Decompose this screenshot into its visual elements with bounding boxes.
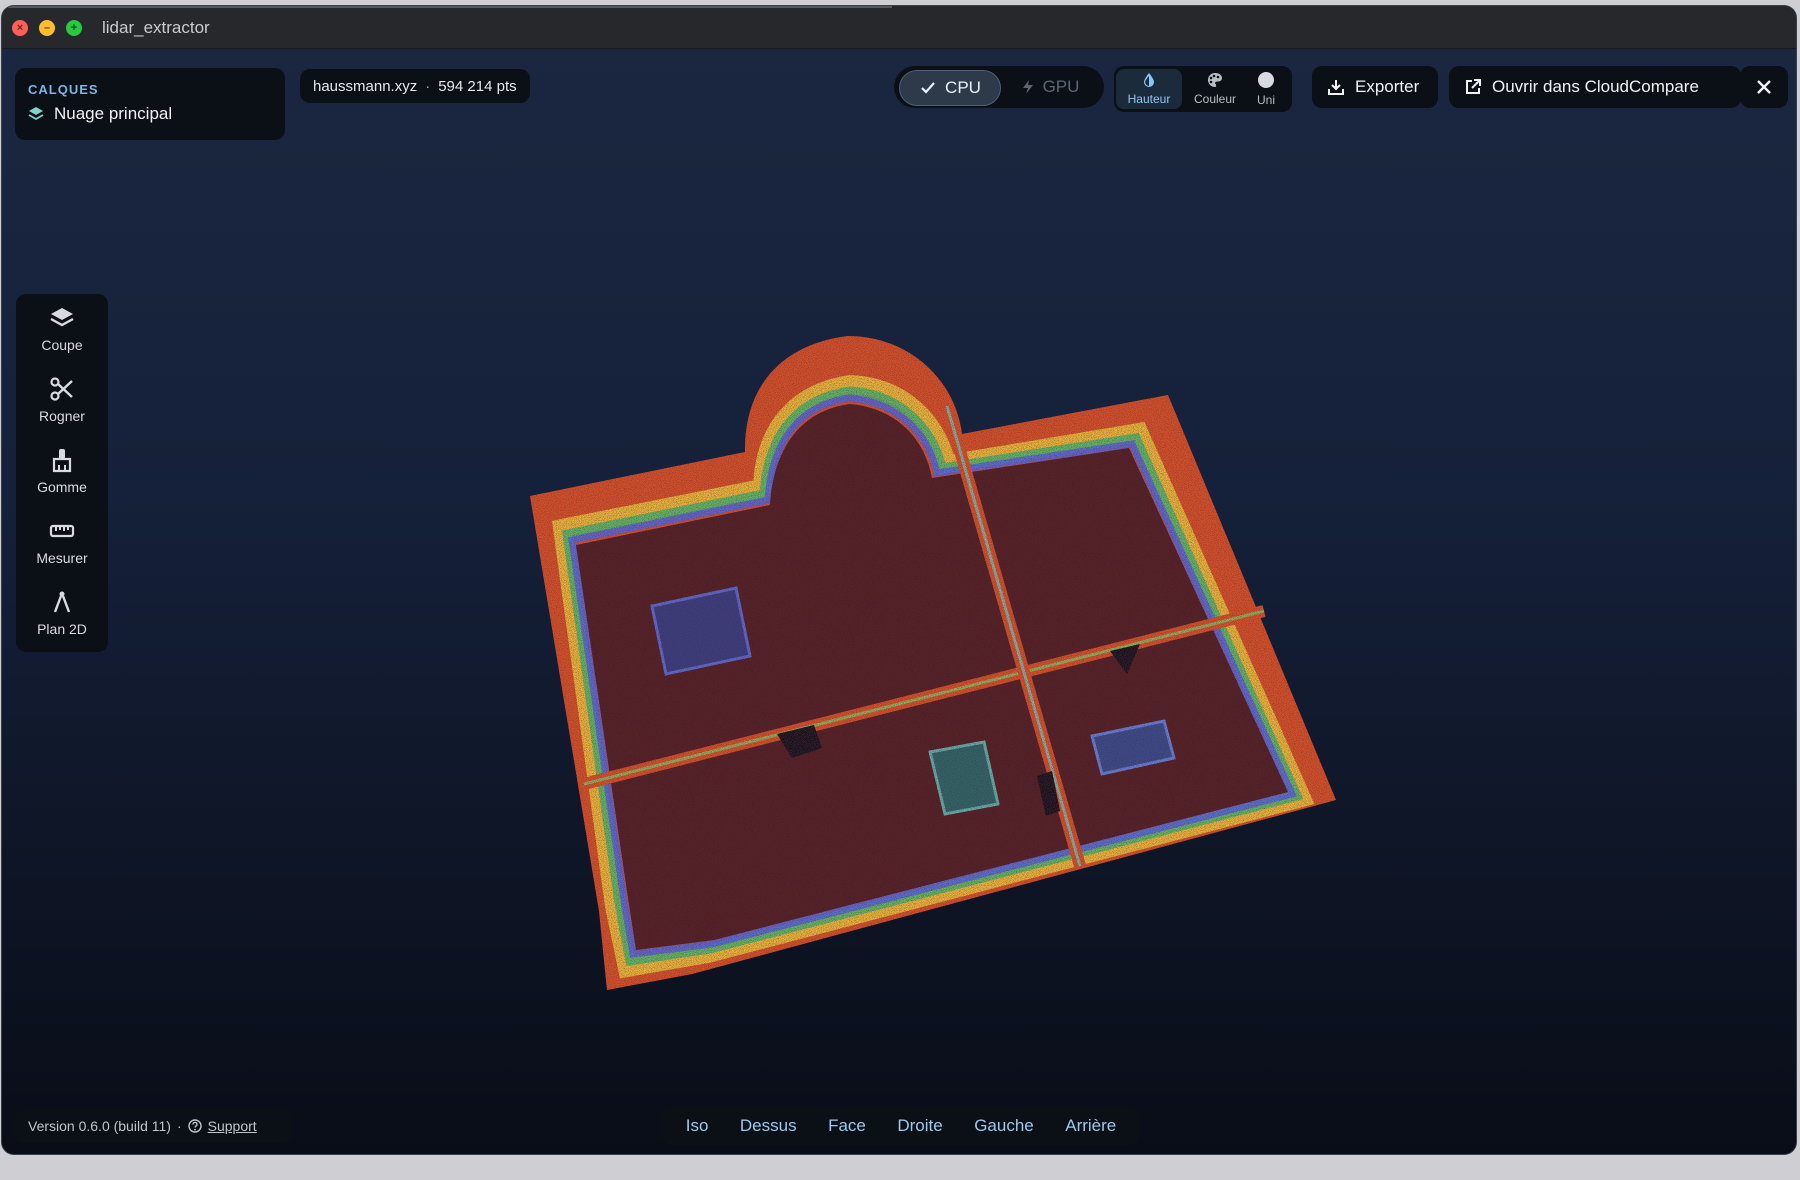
check-icon [921,82,935,94]
view-back-button[interactable]: Arrière [1059,1112,1122,1140]
view-left-button[interactable]: Gauche [968,1112,1040,1140]
open-in-cloudcompare-button[interactable]: Ouvrir dans CloudCompare [1449,66,1741,108]
tool-label: Coupe [41,337,83,353]
eraser-icon [52,449,72,473]
app-window: × – + lidar_extractor CALQUES Nuage prin… [2,6,1796,1154]
color-mode-color[interactable]: Couleur [1182,69,1248,109]
tools-panel: Coupe Rogner Gomme Mesurer Plan 2D [16,294,108,652]
point-cloud[interactable] [2,49,1796,1154]
tool-label: Mesurer [36,550,88,566]
window-title: lidar_extractor [102,18,210,37]
tool-eraser[interactable]: Gomme [16,440,108,502]
color-mode-color-label: Couleur [1193,92,1237,106]
color-mode-height-label: Hauteur [1127,92,1171,106]
tool-section-cut[interactable]: Coupe [16,298,108,360]
file-name: haussmann.xyz [313,77,418,95]
open-label: Ouvrir dans CloudCompare [1492,77,1699,96]
minimize-window-button[interactable]: – [39,20,55,36]
tool-measure[interactable]: Mesurer [16,511,108,573]
download-icon [1328,80,1344,95]
color-mode-selector: Hauteur Couleur Uni [1114,66,1292,112]
support-link[interactable]: Support [208,1118,257,1134]
gpu-option[interactable]: GPU [1002,70,1098,104]
layers-panel: CALQUES Nuage principal [15,68,285,140]
close-viewer-button[interactable] [1740,66,1788,108]
tool-label: Gomme [37,479,87,495]
compass-icon [53,591,71,613]
cpu-label: CPU [945,78,981,97]
export-button[interactable]: Exporter [1312,66,1438,108]
view-presets-bar: Iso Dessus Face Droite Gauche Arrière [662,1107,1140,1145]
color-mode-solid-label: Uni [1256,93,1275,107]
point-count: 594 214 pts [438,77,517,95]
close-window-button[interactable]: × [12,20,28,36]
title-bar-strip [2,6,892,8]
view-front-button[interactable]: Face [822,1112,872,1140]
version-separator: · [176,1118,182,1134]
color-mode-solid[interactable]: Uni [1242,69,1290,109]
title-bar: × – + lidar_extractor [2,6,1796,49]
export-label: Exporter [1355,77,1420,96]
help-icon [187,1119,202,1133]
ruler-icon [49,524,75,538]
tool-label: Plan 2D [37,621,87,637]
close-icon [1757,80,1771,94]
tool-plan-2d[interactable]: Plan 2D [16,582,108,644]
version-info: Version 0.6.0 (build 11) · Support [14,1109,292,1143]
layers-icon [50,308,74,327]
palette-icon [1208,73,1222,87]
bolt-icon [1022,80,1033,94]
external-link-icon [1466,79,1481,94]
color-mode-height[interactable]: Hauteur [1116,69,1182,109]
version-text: Version 0.6.0 (build 11) [28,1118,171,1134]
gpu-label: GPU [1042,77,1080,96]
point-cloud-viewport[interactable]: CALQUES Nuage principal haussmann.xyz · … [2,49,1796,1154]
file-info-separator: · [425,77,431,95]
maximize-window-button[interactable]: + [66,20,82,36]
layer-label: Nuage principal [54,104,173,123]
layers-icon [28,107,44,121]
view-right-button[interactable]: Droite [891,1112,948,1140]
view-top-button[interactable]: Dessus [734,1112,803,1140]
compute-toggle: CPU GPU [894,66,1104,108]
layers-title: CALQUES [28,82,99,97]
tool-label: Rogner [39,408,85,424]
file-info-chip: haussmann.xyz · 594 214 pts [300,69,530,103]
layer-item-main-cloud[interactable]: Nuage principal [28,104,172,124]
view-iso-button[interactable]: Iso [680,1112,715,1140]
tool-crop[interactable]: Rogner [16,369,108,431]
cpu-option[interactable]: CPU [899,70,1001,106]
drop-icon [1144,73,1154,87]
circle-icon [1258,72,1274,88]
scissors-icon [50,377,73,401]
